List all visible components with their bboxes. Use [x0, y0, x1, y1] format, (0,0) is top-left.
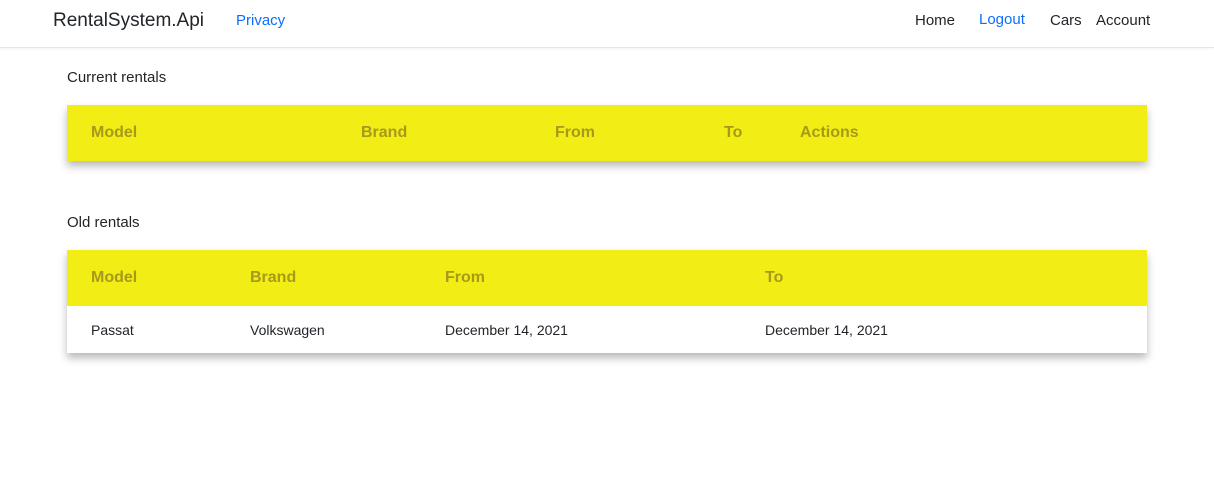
nav-home-link[interactable]: Home [915, 12, 955, 29]
old-rentals-title: Old rentals [67, 214, 140, 231]
column-header-from: From [555, 124, 595, 141]
cell-to-date: December 14, 2021 [765, 322, 888, 338]
column-header-model: Model [91, 269, 138, 286]
nav-cars-link[interactable]: Cars [1050, 12, 1082, 29]
column-header-model: Model [91, 124, 138, 141]
column-header-brand: Brand [361, 124, 408, 141]
column-header-brand: Brand [250, 269, 297, 286]
nav-logout-link[interactable]: Logout [979, 11, 1025, 28]
top-navbar: RentalSystem.Api Privacy Home Logout Car… [0, 0, 1214, 48]
column-header-from: From [445, 269, 485, 286]
current-rentals-header-row: Model Brand From To Actions [67, 105, 1147, 161]
current-rentals-title: Current rentals [67, 69, 167, 86]
cell-brand: Volkswagen [250, 322, 325, 338]
cell-from-date: December 14, 2021 [445, 322, 568, 338]
column-header-to: To [724, 124, 743, 141]
column-header-actions: Actions [800, 124, 859, 141]
column-header-to: To [765, 269, 784, 286]
nav-privacy-link[interactable]: Privacy [236, 12, 285, 29]
old-rentals-header-row: Model Brand From To [67, 250, 1147, 306]
brand-link[interactable]: RentalSystem.Api [53, 10, 204, 32]
current-rentals-table: Model Brand From To Actions [67, 105, 1147, 161]
old-rentals-table: Model Brand From To Passat Volkswagen De… [67, 250, 1147, 353]
cell-model: Passat [91, 322, 134, 338]
nav-account-link[interactable]: Account [1096, 12, 1150, 29]
table-row: Passat Volkswagen December 14, 2021 Dece… [67, 306, 1147, 353]
